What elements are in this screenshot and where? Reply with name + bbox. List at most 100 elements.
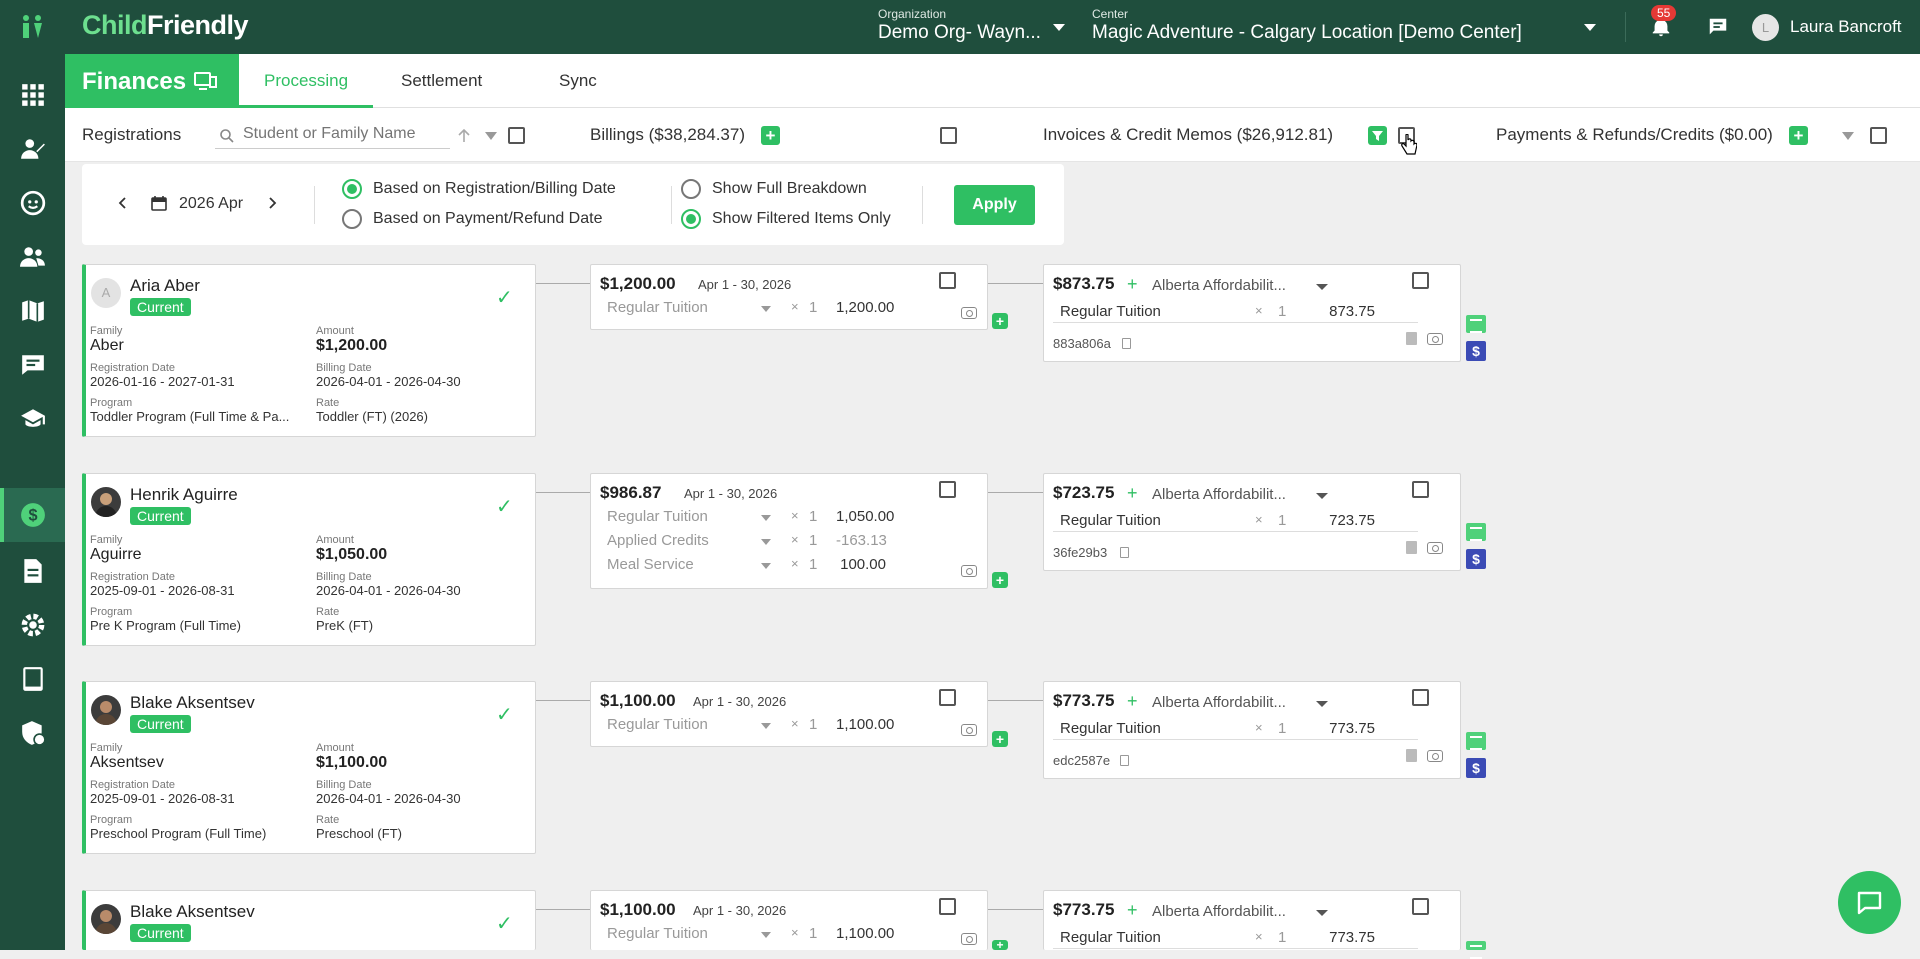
registration-card[interactable]: Blake Aksentsev Current ✓ [82,890,536,950]
radio-registration-date-label[interactable]: Based on Registration/Billing Date [373,180,616,198]
document-icon[interactable] [1406,332,1417,345]
invoice-card[interactable]: $723.75 + Alberta Affordabilit... Regula… [1043,473,1461,571]
invoice-checkbox[interactable] [1412,481,1429,498]
tab-settlement[interactable]: Settlement [401,71,482,91]
billing-checkbox[interactable] [939,898,956,915]
invoice-program-selector[interactable]: Alberta Affordabilit... [1152,486,1286,503]
preview-icon[interactable] [961,724,977,736]
add-payment-button[interactable]: + [1789,126,1808,145]
radio-full-breakdown-label[interactable]: Show Full Breakdown [712,180,867,198]
apps-grid-icon[interactable] [20,82,46,108]
child-face-icon[interactable] [20,190,46,216]
teacher-icon[interactable] [20,136,46,162]
user-name[interactable]: Laura Bancroft [1790,17,1902,37]
app-logo[interactable]: ChildFriendly [82,10,249,41]
student-name[interactable]: Blake Aksentsev [130,693,255,713]
payment-dollar-icon[interactable]: $ [1466,341,1486,361]
copy-icon[interactable] [1122,338,1131,349]
search-input[interactable] [243,125,443,143]
sort-arrow-icon[interactable] [458,129,470,143]
billing-checkbox[interactable] [939,689,956,706]
payments-select-all-checkbox[interactable] [1870,127,1887,144]
security-icon[interactable] [20,720,46,746]
billing-card[interactable]: $1,100.00 Apr 1 - 30, 2026 Regular Tuiti… [590,890,988,950]
add-invoice-item-icon[interactable]: + [1127,691,1138,712]
invoice-action-icon[interactable] [1466,315,1486,333]
student-name[interactable]: Blake Aksentsev [130,902,255,922]
settings-icon[interactable] [20,612,46,638]
invoice-action-icon[interactable] [1466,941,1486,959]
copy-icon[interactable] [1120,547,1129,558]
registration-card[interactable]: Blake Aksentsev Current ✓ Family Aksents… [82,681,536,854]
add-invoice-item-icon[interactable]: + [1127,483,1138,504]
invoice-code[interactable]: edc2587e [1053,753,1110,768]
center-dropdown-icon[interactable] [1584,24,1596,31]
map-icon[interactable] [20,298,46,324]
add-billing-line-button[interactable]: + [992,939,1008,951]
invoices-filter-button[interactable] [1368,126,1387,145]
billing-card[interactable]: $1,200.00 Apr 1 - 30, 2026 Regular Tuiti… [590,264,988,330]
registration-card[interactable]: A Aria Aber Current ✓ Family Aber Amount… [82,264,536,437]
radio-filtered-only[interactable] [681,209,701,229]
radio-full-breakdown[interactable] [681,179,701,199]
line-dropdown-icon[interactable] [761,723,771,729]
invoice-checkbox[interactable] [1412,272,1429,289]
family-icon[interactable] [20,244,46,270]
line-dropdown-icon[interactable] [761,932,771,938]
org-dropdown-icon[interactable] [1053,24,1065,31]
payment-dollar-icon[interactable]: $ [1466,549,1486,569]
line-dropdown-icon[interactable] [761,563,771,569]
user-avatar[interactable]: L [1752,14,1779,41]
payment-dollar-icon[interactable]: $ [1466,758,1486,778]
document-icon[interactable] [1406,749,1417,762]
preview-icon[interactable] [961,933,977,945]
radio-filtered-only-label[interactable]: Show Filtered Items Only [712,210,891,228]
payments-filter-icon[interactable] [1842,132,1854,140]
document-icon[interactable] [20,558,46,584]
billing-checkbox[interactable] [939,481,956,498]
add-billing-line-button[interactable]: + [992,731,1008,747]
radio-registration-date[interactable] [342,179,362,199]
student-name[interactable]: Henrik Aguirre [130,485,238,505]
invoice-program-dropdown-icon[interactable] [1316,910,1328,916]
copy-icon[interactable] [1120,755,1129,766]
invoice-action-icon[interactable] [1466,523,1486,541]
billing-checkbox[interactable] [939,272,956,289]
preview-icon[interactable] [961,565,977,577]
add-billing-line-button[interactable]: + [992,313,1008,329]
add-billing-line-button[interactable]: + [992,572,1008,588]
invoice-checkbox[interactable] [1412,898,1429,915]
line-dropdown-icon[interactable] [761,306,771,312]
line-dropdown-icon[interactable] [761,515,771,521]
document-icon[interactable] [1406,541,1417,554]
registrations-filter-icon[interactable] [485,132,497,140]
preview-icon[interactable] [1427,542,1443,554]
add-invoice-item-icon[interactable]: + [1127,900,1138,921]
preview-icon[interactable] [1427,333,1443,345]
invoice-program-selector[interactable]: Alberta Affordabilit... [1152,277,1286,294]
invoice-action-icon[interactable] [1466,732,1486,750]
previous-period-icon[interactable] [118,197,126,209]
registrations-select-all-checkbox[interactable] [508,127,525,144]
tab-processing[interactable]: Processing [264,71,348,91]
invoice-program-dropdown-icon[interactable] [1316,284,1328,290]
invoice-card[interactable]: $773.75 + Alberta Affordabilit... Regula… [1043,681,1461,779]
center-selector[interactable]: Center Magic Adventure - Calgary Locatio… [1092,8,1522,45]
student-name[interactable]: Aria Aber [130,276,200,296]
radio-payment-date-label[interactable]: Based on Payment/Refund Date [373,210,602,228]
add-billing-button[interactable]: + [761,126,780,145]
invoice-program-selector[interactable]: Alberta Affordabilit... [1152,694,1286,711]
preview-icon[interactable] [1427,750,1443,762]
apply-button[interactable]: Apply [954,185,1035,225]
billing-card[interactable]: $1,100.00 Apr 1 - 30, 2026 Regular Tuiti… [590,681,988,747]
invoice-code[interactable]: 36fe29b3 [1053,545,1107,560]
invoice-checkbox[interactable] [1412,689,1429,706]
invoice-program-dropdown-icon[interactable] [1316,493,1328,499]
period-value[interactable]: 2026 Apr [179,195,243,213]
messages-sidebar-icon[interactable] [20,352,46,378]
organization-selector[interactable]: Organization Demo Org- Wayn... [878,8,1041,45]
chat-support-button[interactable] [1838,871,1901,934]
billing-card[interactable]: $986.87 Apr 1 - 30, 2026 Regular Tuition… [590,473,988,589]
tablet-icon[interactable] [20,666,46,692]
billings-select-all-checkbox[interactable] [940,127,957,144]
